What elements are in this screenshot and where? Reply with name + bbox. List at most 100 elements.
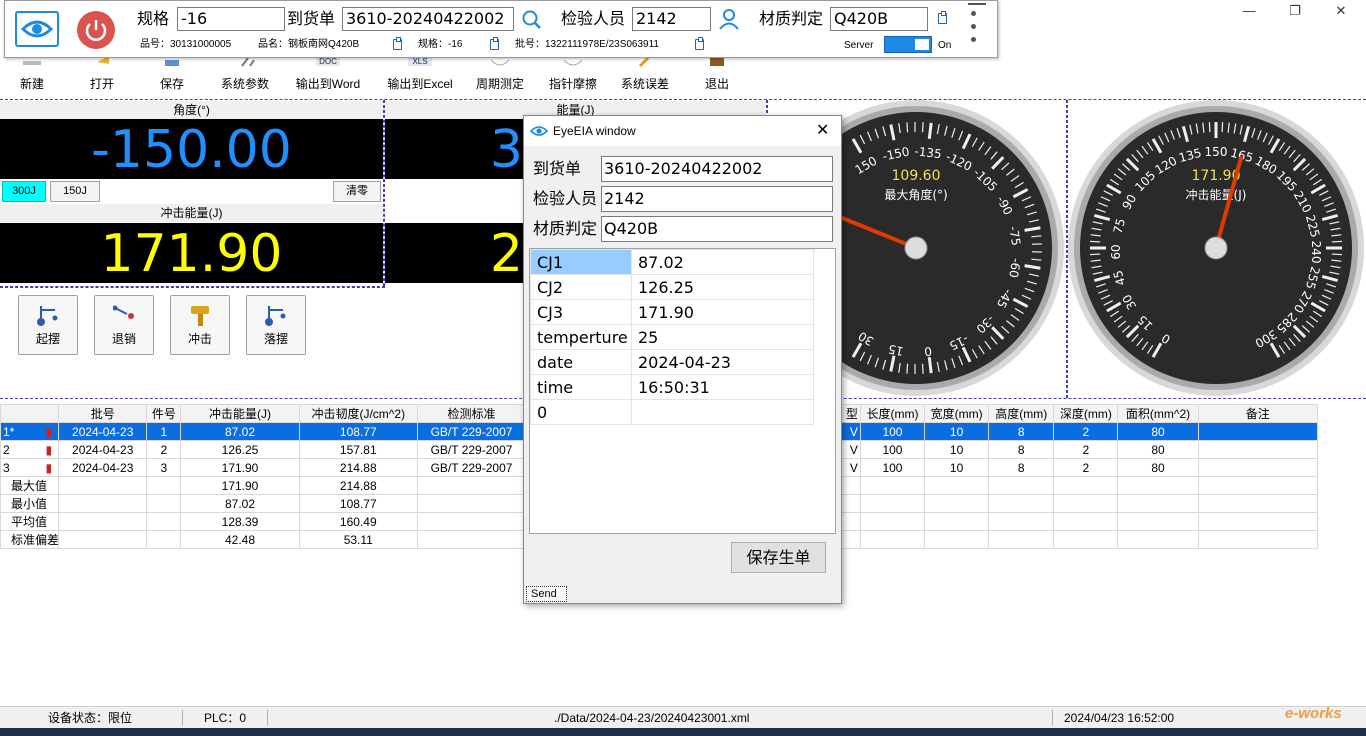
table-cell[interactable]: 10 [924,458,990,477]
row-header[interactable]: 2 ▮ [0,440,60,459]
new-button[interactable]: 新建 [8,52,56,96]
dialog-key[interactable]: CJ1 [530,249,632,275]
table-cell[interactable]: 214.88 [298,458,418,477]
col-header[interactable]: 冲击韧度(J/cm^2) [298,404,418,423]
table-cell[interactable]: 157.81 [298,440,418,459]
power-button[interactable] [77,11,115,49]
table-cell[interactable]: 80 [1117,440,1199,459]
dialog-key[interactable]: date [530,349,632,375]
search-icon[interactable] [521,9,543,34]
table-cell[interactable]: 108.77 [298,422,418,441]
clear-button[interactable]: 清零 [333,181,381,202]
table-cell[interactable]: 171.90 [180,458,300,477]
dialog-key[interactable]: time [530,374,632,400]
dialog-close-icon[interactable]: ✕ [816,116,829,146]
row-header[interactable]: 1* ▮ [0,422,60,441]
dialog-value[interactable]: 16:50:31 [631,374,814,400]
dialog-row[interactable]: 0 [530,399,814,425]
dialog-row[interactable]: date 2024-04-23 [530,349,814,375]
impact-button[interactable]: 冲击 [170,295,230,355]
table-cell[interactable] [1197,422,1319,441]
table-cell[interactable]: 1 [146,422,182,441]
table-cell[interactable]: 100 [859,458,926,477]
col-header[interactable]: 备注 [1197,404,1319,423]
clipboard-icon[interactable] [490,37,499,50]
col-header[interactable]: 件号 [146,404,182,423]
minimize-button[interactable]: — [1226,0,1272,22]
material-input[interactable]: Q420B [830,7,928,31]
corner-cell[interactable] [0,404,60,423]
table-cell[interactable]: 8 [988,440,1055,459]
table-cell[interactable]: 2 [1053,422,1119,441]
table-cell[interactable]: 87.02 [180,422,300,441]
table-cell[interactable]: 8 [988,458,1055,477]
dialog-value[interactable] [631,399,814,425]
dialog-value[interactable]: 171.90 [631,299,814,325]
inspector-input[interactable]: 2142 [632,7,711,31]
table-cell[interactable]: 80 [1117,422,1199,441]
dialog-data-grid[interactable]: CJ1 87.02 CJ2 126.25 CJ3 171.90 temperture 25 da… [529,248,836,534]
table-cell[interactable]: 100 [859,422,926,441]
dialog-key[interactable]: 0 [530,399,632,425]
dialog-inspector-input[interactable]: 2142 [601,186,833,212]
dialog-value[interactable]: 87.02 [631,249,814,275]
period-measure-button[interactable]: 周期测定 [470,52,530,96]
table-cell[interactable]: 10 [924,422,990,441]
table-cell[interactable]: 10 [924,440,990,459]
table-cell[interactable]: 2024-04-23 [58,440,148,459]
open-button[interactable]: 打开 [78,52,126,96]
system-error-button[interactable]: 系统误差 [614,52,676,96]
dialog-value[interactable]: 2024-04-23 [631,349,814,375]
dialog-key[interactable]: temperture [530,324,632,350]
dialog-titlebar[interactable]: EyeEIA window ✕ [524,116,841,146]
dialog-row[interactable]: temperture 25 [530,324,814,350]
maximize-button[interactable]: ❐ [1272,0,1318,22]
table-cell[interactable]: 126.25 [180,440,300,459]
col-header[interactable]: 宽度(mm) [924,404,990,423]
order-input[interactable]: 3610-20240422002 [342,7,514,31]
dialog-value[interactable]: 25 [631,324,814,350]
table-cell[interactable]: GB/T 229-2007 [416,440,527,459]
exit-button[interactable]: 退出 [694,52,740,96]
col-header[interactable]: 检测标准 [416,404,527,423]
export-word-button[interactable]: DOC 输出到Word [288,52,368,96]
clipboard-icon[interactable] [695,37,704,50]
table-cell[interactable]: 8 [988,422,1055,441]
table-cell[interactable]: 100 [859,440,926,459]
drag-handle[interactable] [968,3,986,5]
eye-icon[interactable] [15,11,59,47]
table-cell[interactable]: 2024-04-23 [58,422,148,441]
dialog-material-input[interactable]: Q420B [601,216,833,242]
table-cell[interactable]: 2024-04-23 [58,458,148,477]
system-params-button[interactable]: 系统参数 [214,52,276,96]
send-tab[interactable]: Send [526,586,567,602]
export-excel-button[interactable]: XLS 输出到Excel [380,52,460,96]
dialog-value[interactable]: 126.25 [631,274,814,300]
pointer-friction-button[interactable]: 指针摩擦 [542,52,604,96]
col-header[interactable]: 面积(mm^2) [1117,404,1199,423]
col-header[interactable]: 冲击能量(J) [180,404,300,423]
clipboard-icon[interactable] [938,11,947,24]
range-150j-button[interactable]: 150J [50,181,100,202]
table-cell[interactable]: 80 [1117,458,1199,477]
more-options-icon[interactable] [971,7,976,51]
dialog-row[interactable]: CJ2 126.25 [530,274,814,300]
spec-input[interactable]: -16 [177,7,285,31]
retract-pin-button[interactable]: 退销 [94,295,154,355]
server-toggle[interactable] [884,36,932,53]
table-cell[interactable]: 2 [146,440,182,459]
table-cell[interactable] [1197,458,1319,477]
save-order-button[interactable]: 保存生单 [731,542,826,573]
col-header[interactable]: 批号 [58,404,148,423]
table-cell[interactable]: GB/T 229-2007 [416,458,527,477]
dialog-row[interactable]: CJ1 87.02 [530,249,814,275]
table-cell[interactable]: 2 [1053,458,1119,477]
dialog-row[interactable]: CJ3 171.90 [530,299,814,325]
clipboard-icon[interactable] [393,37,402,50]
col-header[interactable]: 深度(mm) [1053,404,1119,423]
col-header[interactable]: 高度(mm) [988,404,1055,423]
range-300j-button[interactable]: 300J [2,181,46,202]
table-cell[interactable]: 3 [146,458,182,477]
col-header[interactable]: 长度(mm) [859,404,926,423]
dialog-key[interactable]: CJ3 [530,299,632,325]
